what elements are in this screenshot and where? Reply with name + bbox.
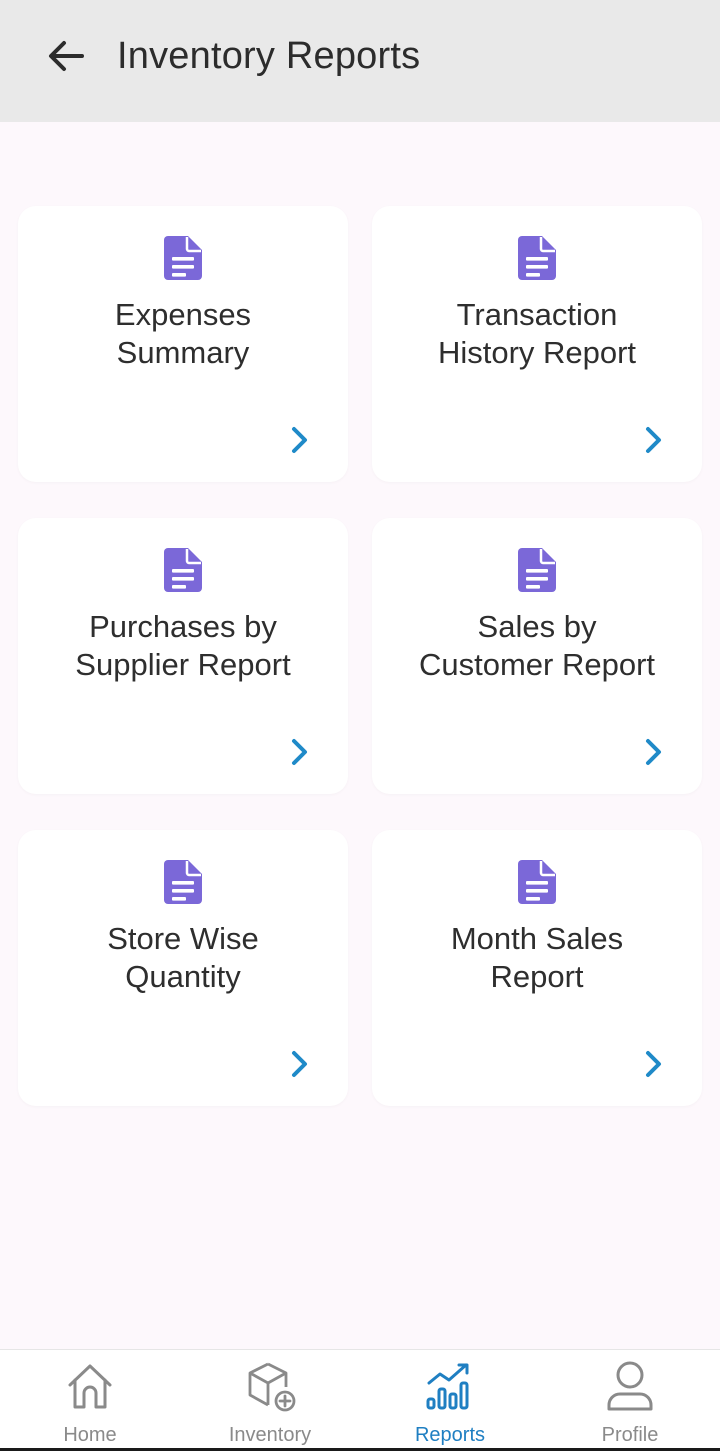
document-icon: [164, 548, 202, 592]
document-icon: [518, 860, 556, 904]
bottom-navigation: Home Inventory Reports Profile: [0, 1349, 720, 1451]
document-icon: [164, 236, 202, 280]
page-title: Inventory Reports: [117, 35, 421, 77]
nav-label: Inventory: [228, 1424, 312, 1446]
nav-item-reports[interactable]: Reports: [360, 1350, 540, 1451]
nav-item-home[interactable]: Home: [0, 1350, 180, 1451]
nav-item-inventory[interactable]: Inventory: [180, 1350, 360, 1451]
document-icon: [518, 548, 556, 592]
report-card-title: Transaction History Report: [437, 297, 637, 370]
report-card-title: Sales by Customer Report: [418, 609, 656, 682]
nav-item-profile[interactable]: Profile: [540, 1350, 720, 1451]
box-add-icon: [248, 1362, 296, 1412]
back-button[interactable]: [36, 26, 96, 86]
document-icon: [164, 860, 202, 904]
report-card-sales-by-customer[interactable]: Sales by Customer Report: [372, 518, 702, 794]
nav-label: Reports: [414, 1424, 486, 1446]
chevron-right-icon[interactable]: [286, 736, 314, 768]
bar-chart-icon: [426, 1363, 469, 1410]
chevron-right-icon[interactable]: [286, 1048, 314, 1080]
user-icon: [607, 1361, 653, 1411]
app-screen: Inventory Reports Expenses Summary Trans…: [0, 0, 720, 1451]
chevron-right-icon[interactable]: [286, 424, 314, 456]
report-card-title: Purchases by Supplier Report: [75, 609, 291, 682]
report-card-purchases-by-supplier[interactable]: Purchases by Supplier Report: [18, 518, 348, 794]
report-card-store-wise-quantity[interactable]: Store Wise Quantity: [18, 830, 348, 1106]
chevron-right-icon[interactable]: [640, 424, 668, 456]
arrow-left-icon: [49, 41, 84, 71]
document-icon: [518, 236, 556, 280]
nav-label: Profile: [601, 1424, 659, 1446]
nav-label: Home: [63, 1424, 117, 1446]
report-card-title: Month Sales Report: [450, 921, 624, 994]
report-grid: Expenses Summary Transaction History Rep…: [18, 206, 702, 1106]
report-card-month-sales[interactable]: Month Sales Report: [372, 830, 702, 1106]
report-card-title: Expenses Summary: [114, 297, 252, 370]
report-card-expenses-summary[interactable]: Expenses Summary: [18, 206, 348, 482]
app-bar: Inventory Reports: [0, 0, 720, 122]
home-icon: [68, 1364, 112, 1409]
report-card-title: Store Wise Quantity: [107, 921, 259, 994]
report-card-transaction-history[interactable]: Transaction History Report: [372, 206, 702, 482]
chevron-right-icon[interactable]: [640, 736, 668, 768]
chevron-right-icon[interactable]: [640, 1048, 668, 1080]
